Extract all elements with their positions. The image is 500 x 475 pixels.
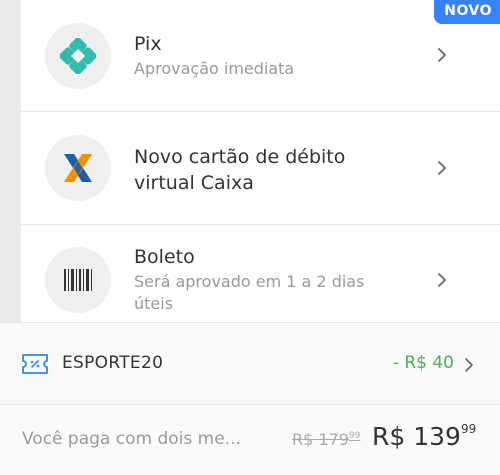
original-price: R$ 17999	[292, 430, 360, 449]
pix-icon	[45, 23, 111, 89]
payment-option-boleto[interactable]: Boleto Será aprovado em 1 a 2 dias úteis	[21, 225, 500, 330]
checkout-summary-footer: ESPORTE20 - R$ 40 Você paga com dois me.…	[0, 322, 500, 475]
original-price-cents: 99	[348, 431, 361, 441]
original-price-value: R$ 179	[292, 430, 349, 449]
chevron-right-icon	[438, 161, 446, 175]
payment-option-subtitle: Aprovação imediata	[134, 59, 295, 78]
chevron-right-icon	[438, 48, 446, 62]
final-price-cents: 99	[460, 422, 477, 436]
barcode-icon	[45, 247, 111, 313]
coupon-code: ESPORTE20	[62, 353, 164, 373]
chevron-right-icon	[465, 358, 473, 372]
payment-option-subtitle: Será aprovado em 1 a 2 dias úteis	[134, 272, 365, 313]
payment-option-caixa-debit[interactable]: Novo cartão de débito virtual Caixa	[21, 112, 500, 225]
final-price: R$ 13999	[372, 422, 476, 451]
final-price-value: R$ 139	[372, 422, 461, 451]
chevron-right-icon	[438, 273, 446, 287]
payment-option-pix[interactable]: Pix Aprovação imediata	[21, 0, 500, 112]
payment-summary-label: Você paga com dois me...	[22, 429, 241, 449]
coupon-row[interactable]: ESPORTE20 - R$ 40	[0, 323, 500, 405]
payment-option-title: Boleto	[134, 246, 195, 268]
coupon-ticket-icon	[22, 354, 48, 374]
caixa-icon	[45, 135, 111, 201]
payment-methods-card: NOVO Pix Aprovação imediata Novo cartão …	[21, 0, 500, 330]
payment-option-title: Novo cartão de débito virtual Caixa	[134, 146, 346, 194]
total-row: Você paga com dois me... R$ 17999 R$ 139…	[0, 405, 500, 475]
payment-option-title: Pix	[134, 33, 162, 55]
coupon-discount: - R$ 40	[392, 353, 454, 373]
